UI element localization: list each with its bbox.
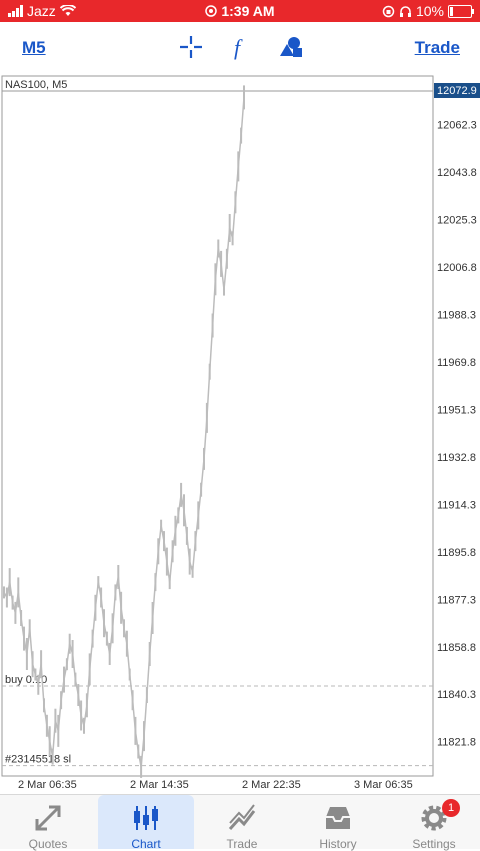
timeframe-button[interactable]: M5 <box>22 38 46 58</box>
objects-icon[interactable] <box>278 34 304 60</box>
price-tick-label: 11895.8 <box>437 547 476 559</box>
price-tick-label: 11969.8 <box>437 357 476 369</box>
price-tick-label: 11877.3 <box>437 594 476 606</box>
battery-icon <box>448 4 474 18</box>
time-axis: 2 Mar 06:35 2 Mar 14:35 2 Mar 22:35 3 Mar 0… <box>18 779 413 791</box>
svg-text:f: f <box>234 35 243 60</box>
trade-button[interactable]: Trade <box>415 38 460 58</box>
status-right: 10% <box>382 3 474 19</box>
chart-toolbar: M5 f Trade <box>0 22 480 72</box>
price-tick-label: 11951.3 <box>437 404 476 416</box>
status-bar: Jazz 1:39 AM 10% <box>0 0 480 22</box>
nav-settings[interactable]: 1 Settings <box>386 795 480 851</box>
chart-canvas[interactable]: NAS100, M5 12062.312043.812025.312006.81… <box>0 72 480 794</box>
symbol-label: NAS100, M5 <box>5 79 67 91</box>
time-tick-label: 2 Mar 14:35 <box>130 779 189 791</box>
alarm-icon <box>205 5 218 17</box>
current-price-label: 12072.9 <box>437 85 477 97</box>
nav-chart-label: Chart <box>131 837 161 851</box>
price-axis: 12062.3 12043.8 12025.3 12006.8 11988.3 11969… <box>437 120 477 749</box>
battery-percent: 10% <box>415 3 444 19</box>
headphones-icon <box>399 5 411 17</box>
time-tick-label: 2 Mar 22:35 <box>242 779 301 791</box>
nav-history[interactable]: History <box>290 795 386 851</box>
chart-icon <box>134 806 158 830</box>
nav-chart[interactable]: Chart <box>98 795 194 851</box>
nav-quotes-label: Quotes <box>28 837 68 851</box>
time-tick-label: 2 Mar 06:35 <box>18 779 77 791</box>
nav-history-label: History <box>319 837 357 851</box>
stop-loss-label[interactable]: #23145518 sl <box>5 754 71 766</box>
trade-icon <box>228 804 256 831</box>
crosshair-icon[interactable] <box>178 34 204 60</box>
price-tick-label: 12025.3 <box>437 215 477 227</box>
history-icon <box>326 807 350 829</box>
price-tick-label: 11914.3 <box>437 499 476 511</box>
price-tick-label: 11840.3 <box>437 689 476 701</box>
price-chart[interactable]: NAS100, M5 12062.3 12043.8 12025.3 12006.8 1… <box>0 72 480 794</box>
nav-settings-label: Settings <box>412 837 456 851</box>
settings-badge: 1 <box>442 799 460 817</box>
price-tick-label: 12062.3 <box>437 120 477 132</box>
price-tick-label: 11821.8 <box>437 737 476 749</box>
quotes-icon <box>35 805 61 831</box>
bottom-navigation: Quotes Chart Trade History 1 Settings <box>0 794 480 851</box>
price-tick-label: 12043.8 <box>437 167 477 179</box>
price-tick-label: 12006.8 <box>437 262 477 274</box>
time-tick-label: 3 Mar 06:35 <box>354 779 413 791</box>
function-icon[interactable]: f <box>228 34 254 60</box>
plot-frame <box>1 75 434 777</box>
price-tick-label: 11932.8 <box>437 452 476 464</box>
nav-quotes[interactable]: Quotes <box>0 795 96 851</box>
nav-trade-label: Trade <box>226 837 258 851</box>
lock-rotation-icon <box>382 5 395 17</box>
nav-trade[interactable]: Trade <box>194 795 290 851</box>
price-tick-label: 11858.8 <box>437 642 476 654</box>
price-tick-label: 11988.3 <box>437 309 476 321</box>
